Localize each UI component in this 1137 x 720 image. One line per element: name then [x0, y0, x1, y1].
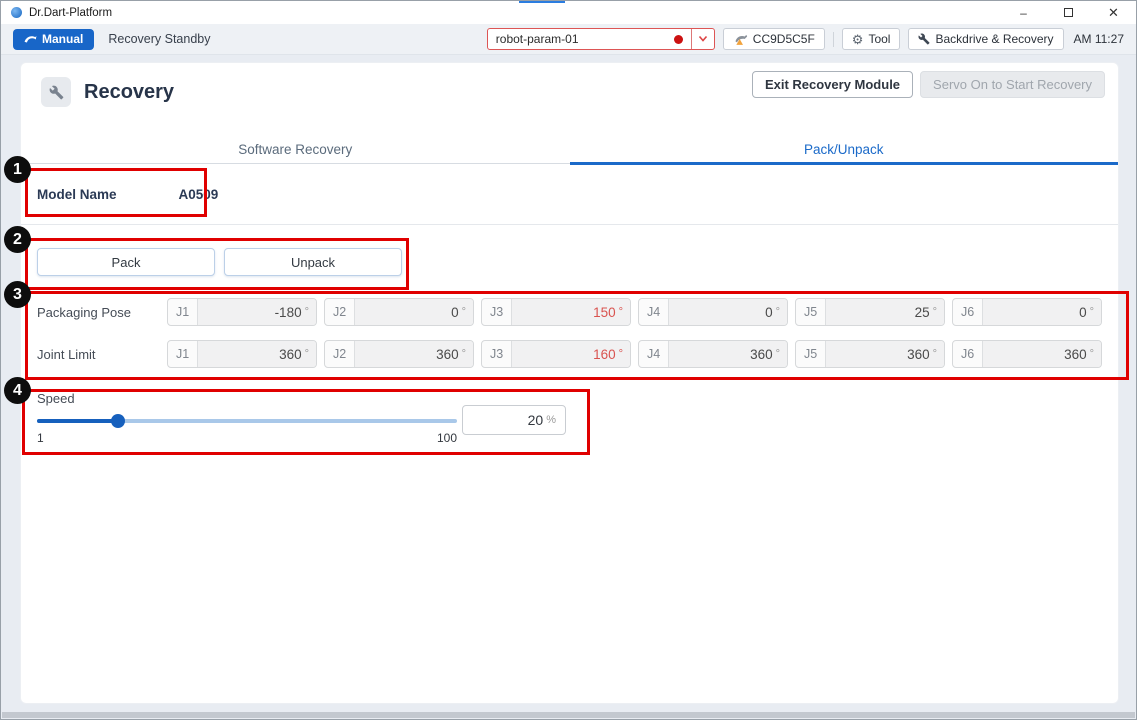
card-header: Recovery Exit Recovery Module Servo On t…	[21, 63, 1118, 107]
page-title: Recovery	[84, 81, 174, 104]
maximize-button[interactable]	[1046, 1, 1091, 24]
annotation-box-4	[22, 389, 590, 455]
backdrive-label: Backdrive & Recovery	[935, 32, 1053, 46]
robot-serial-label: CC9D5C5F	[753, 32, 815, 46]
tab-pack-unpack[interactable]: Pack/Unpack	[570, 136, 1119, 163]
robot-arm-icon	[24, 34, 37, 45]
exit-recovery-button[interactable]: Exit Recovery Module	[752, 71, 913, 98]
robot-serial-button[interactable]: CC9D5C5F	[723, 28, 825, 50]
tab-software-recovery[interactable]: Software Recovery	[21, 136, 570, 163]
annotation-number-1: 1	[4, 156, 31, 183]
wrench-icon	[918, 33, 930, 45]
header-buttons: Exit Recovery Module Servo On to Start R…	[752, 71, 1105, 98]
window-title: Dr.Dart-Platform	[29, 7, 112, 19]
close-button[interactable]: ✕	[1091, 1, 1136, 24]
window-controls: – ✕	[1001, 1, 1136, 24]
recovery-card: Recovery Exit Recovery Module Servo On t…	[20, 62, 1119, 704]
tab-bar: Software Recovery Pack/Unpack	[21, 136, 1118, 164]
tool-button[interactable]: ⚙ Tool	[842, 28, 901, 50]
gear-icon: ⚙	[852, 33, 864, 46]
robot-param-value: robot-param-01	[488, 32, 674, 46]
recovery-wrench-icon	[41, 77, 71, 107]
annotation-box-1	[25, 168, 207, 217]
annotation-number-3: 3	[4, 281, 31, 308]
app-icon	[11, 7, 22, 18]
top-toolbar: Manual Recovery Standby robot-param-01 C…	[1, 24, 1136, 55]
bottom-status-strip	[2, 712, 1135, 718]
toolbar-separator	[833, 32, 834, 47]
servo-on-button[interactable]: Servo On to Start Recovery	[920, 71, 1105, 98]
maximize-icon	[1064, 8, 1073, 17]
page-background: Recovery Exit Recovery Module Servo On t…	[1, 56, 1136, 719]
toolbar-right-group: robot-param-01 CC9D5C5F ⚙ Tool Bac	[487, 28, 1124, 50]
robot-status-label: Recovery Standby	[108, 32, 210, 46]
tool-label: Tool	[868, 32, 890, 46]
title-bar: Dr.Dart-Platform – ✕	[1, 1, 1136, 24]
annotation-box-3	[25, 291, 1129, 380]
robot-param-select[interactable]: robot-param-01	[487, 28, 715, 50]
chevron-down-icon[interactable]	[692, 35, 714, 43]
top-accent-strip	[519, 1, 565, 3]
backdrive-recovery-button[interactable]: Backdrive & Recovery	[908, 28, 1063, 50]
clock-label: AM 11:27	[1074, 32, 1124, 46]
annotation-number-2: 2	[4, 226, 31, 253]
annotation-box-2	[25, 238, 409, 290]
minimize-button[interactable]: –	[1001, 1, 1046, 24]
app-window: Dr.Dart-Platform – ✕ Manual Recovery Sta…	[0, 0, 1137, 720]
manual-mode-button[interactable]: Manual	[13, 29, 94, 50]
status-dot-icon	[674, 35, 683, 44]
manual-label: Manual	[42, 32, 83, 46]
annotation-number-4: 4	[4, 377, 31, 404]
robot-warning-icon	[733, 32, 748, 46]
